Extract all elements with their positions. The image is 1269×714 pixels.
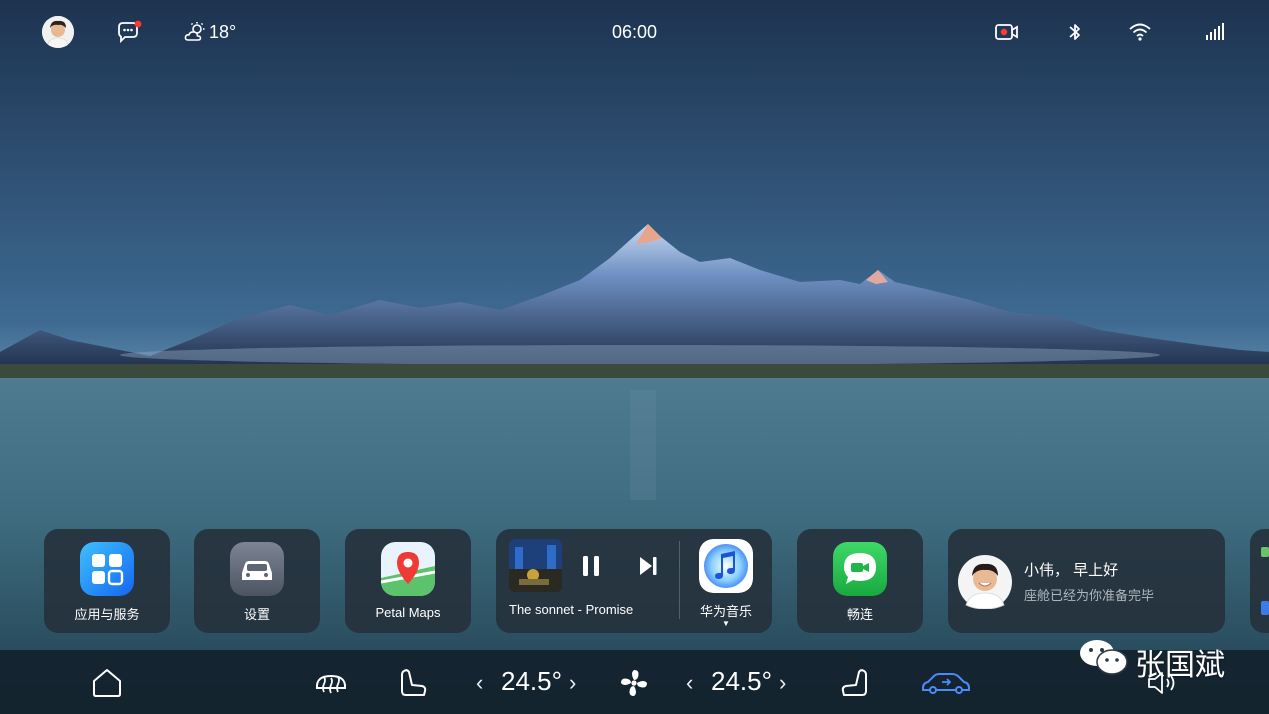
dropdown-caret-icon[interactable]: ▼ [722,619,730,628]
left-temp-decrease-icon[interactable]: ‹ [476,670,483,696]
greeting-card[interactable]: 小伟， 早上好 座舱已经为你准备完毕 [948,529,1225,633]
music-player-card[interactable]: The sonnet - Promise 华为音乐 ▼ [496,529,772,633]
apps-grid-icon [80,542,134,596]
car-settings-icon [230,542,284,596]
wifi-icon[interactable] [1127,20,1153,44]
rear-defrost-icon[interactable] [314,668,348,698]
petal-maps-label: Petal Maps [375,605,441,620]
right-temp-increase-icon[interactable]: › [779,670,786,696]
apps-services-card[interactable]: 应用与服务 [44,529,170,633]
next-track-icon[interactable] [637,554,659,578]
left-temp-increase-icon[interactable]: › [569,670,576,696]
music-app-label: 华为音乐 [699,604,752,619]
video-call-icon [833,542,887,596]
volume-icon[interactable] [1146,670,1180,696]
bluetooth-icon[interactable] [1062,20,1088,44]
changlian-label: 畅连 [846,607,873,622]
petal-maps-card[interactable]: Petal Maps [345,529,471,633]
seat-icon [1261,601,1269,615]
greeting-title: 小伟， 早上好 [1024,562,1119,579]
track-title: The sonnet - Promise [509,602,634,617]
pause-icon[interactable] [580,554,602,578]
right-temperature: 24.5° [711,666,773,696]
driver-seat-icon[interactable] [398,667,428,699]
map-pin-icon [381,542,435,596]
home-icon[interactable] [90,667,124,699]
wechat-watermark-icon [1080,640,1128,675]
battery-icon [1261,547,1269,557]
settings-label: 设置 [243,607,270,622]
cellular-signal-icon [1206,23,1224,40]
changlian-card[interactable]: 畅连 [797,529,923,633]
dashcam-record-icon[interactable] [994,20,1020,44]
fan-icon[interactable] [618,667,650,699]
music-divider [679,541,680,619]
settings-card[interactable]: 设置 [194,529,320,633]
greeting-subtitle: 座舱已经为你准备完毕 [1024,588,1155,603]
huawei-music-icon[interactable] [699,539,753,593]
album-art[interactable] [509,539,562,592]
right-temp-decrease-icon[interactable]: ‹ [686,670,693,696]
next-card-peek[interactable] [1250,529,1269,633]
left-temperature: 24.5° [501,666,563,696]
passenger-seat-icon[interactable] [840,667,870,699]
car-control-icon[interactable] [920,670,972,696]
assistant-avatar [958,555,1012,609]
apps-services-label: 应用与服务 [74,607,140,622]
status-bar: 18° 06:00 [0,0,1269,64]
